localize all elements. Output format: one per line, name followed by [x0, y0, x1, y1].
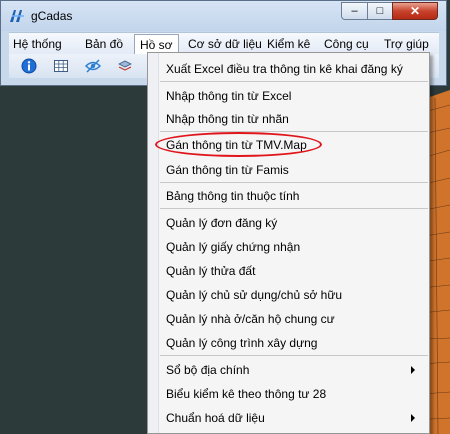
title-bar[interactable]: gCadas – □ ✕: [1, 1, 446, 31]
menu-item-quan-ly-chu-su-dung[interactable]: Quản lý chủ sử dụng/chủ sở hữu: [166, 286, 342, 304]
menu-item-nhap-tu-excel[interactable]: Nhập thông tin từ Excel: [166, 87, 291, 105]
submenu-arrow-icon: [411, 366, 415, 374]
table-grid-icon[interactable]: [53, 58, 69, 74]
menu-item-quan-ly-cong-trinh[interactable]: Quản lý công trình xây dựng: [166, 334, 317, 352]
menu-item-so-bo-dia-chinh[interactable]: Sổ bộ địa chính: [166, 361, 249, 379]
highlight-ellipse: [155, 132, 322, 157]
menu-item-bieu-kiem-ke[interactable]: Biểu kiểm kê theo thông tư 28: [166, 385, 326, 403]
menu-item-quan-ly-nha-o[interactable]: Quản lý nhà ở/căn hộ chung cư: [166, 310, 335, 328]
menu-item-nhap-tu-nhan[interactable]: Nhập thông tin từ nhãn: [166, 110, 289, 128]
menu-kiem-ke[interactable]: Kiểm kê: [267, 36, 310, 53]
menu-item-chuan-hoa-du-lieu[interactable]: Chuẩn hoá dữ liệu: [166, 409, 265, 427]
info-icon[interactable]: [21, 58, 37, 74]
close-button[interactable]: ✕: [392, 2, 438, 20]
close-icon: ✕: [409, 4, 421, 18]
menu-ban-do[interactable]: Bản đồ: [85, 36, 123, 53]
menu-co-so-du-lieu[interactable]: Cơ sở dữ liệu: [188, 36, 262, 53]
submenu-arrow-icon: [411, 414, 415, 422]
menu-separator: [160, 355, 428, 356]
menu-separator: [160, 131, 428, 132]
maximize-icon: □: [376, 5, 384, 17]
menu-separator: [160, 81, 428, 82]
layers-icon[interactable]: [117, 58, 133, 74]
menu-item-quan-ly-don-dang-ky[interactable]: Quản lý đơn đăng ký: [166, 214, 277, 232]
menu-cong-cu[interactable]: Công cụ: [324, 36, 369, 53]
minimize-icon: –: [351, 5, 358, 17]
menu-tro-giup[interactable]: Trợ giúp: [384, 36, 429, 53]
menu-item-quan-ly-giay-chung-nhan[interactable]: Quản lý giấy chứng nhận: [166, 238, 300, 256]
window-title: gCadas: [31, 9, 73, 23]
menu-item-xuat-excel[interactable]: Xuất Excel điều tra thông tin kê khai đă…: [166, 60, 403, 78]
maximize-button[interactable]: □: [367, 2, 393, 20]
menu-separator: [160, 208, 428, 209]
ho-so-dropdown-menu: Xuất Excel điều tra thông tin kê khai đă…: [147, 52, 430, 434]
menu-item-bang-thong-tin[interactable]: Bảng thông tin thuộc tính: [166, 187, 299, 205]
gcadas-logo-icon: [10, 10, 24, 22]
menu-he-thong[interactable]: Hệ thống: [13, 36, 62, 53]
menu-ho-so[interactable]: Hồ sơ: [134, 34, 179, 54]
minimize-button[interactable]: –: [341, 2, 368, 20]
menu-item-quan-ly-thua-dat[interactable]: Quản lý thửa đất: [166, 262, 255, 280]
eye-hidden-icon[interactable]: [85, 58, 101, 74]
menu-gutter: [148, 53, 159, 433]
menu-separator: [160, 182, 428, 183]
menu-item-gan-tu-famis[interactable]: Gán thông tin từ Famis: [166, 161, 289, 179]
